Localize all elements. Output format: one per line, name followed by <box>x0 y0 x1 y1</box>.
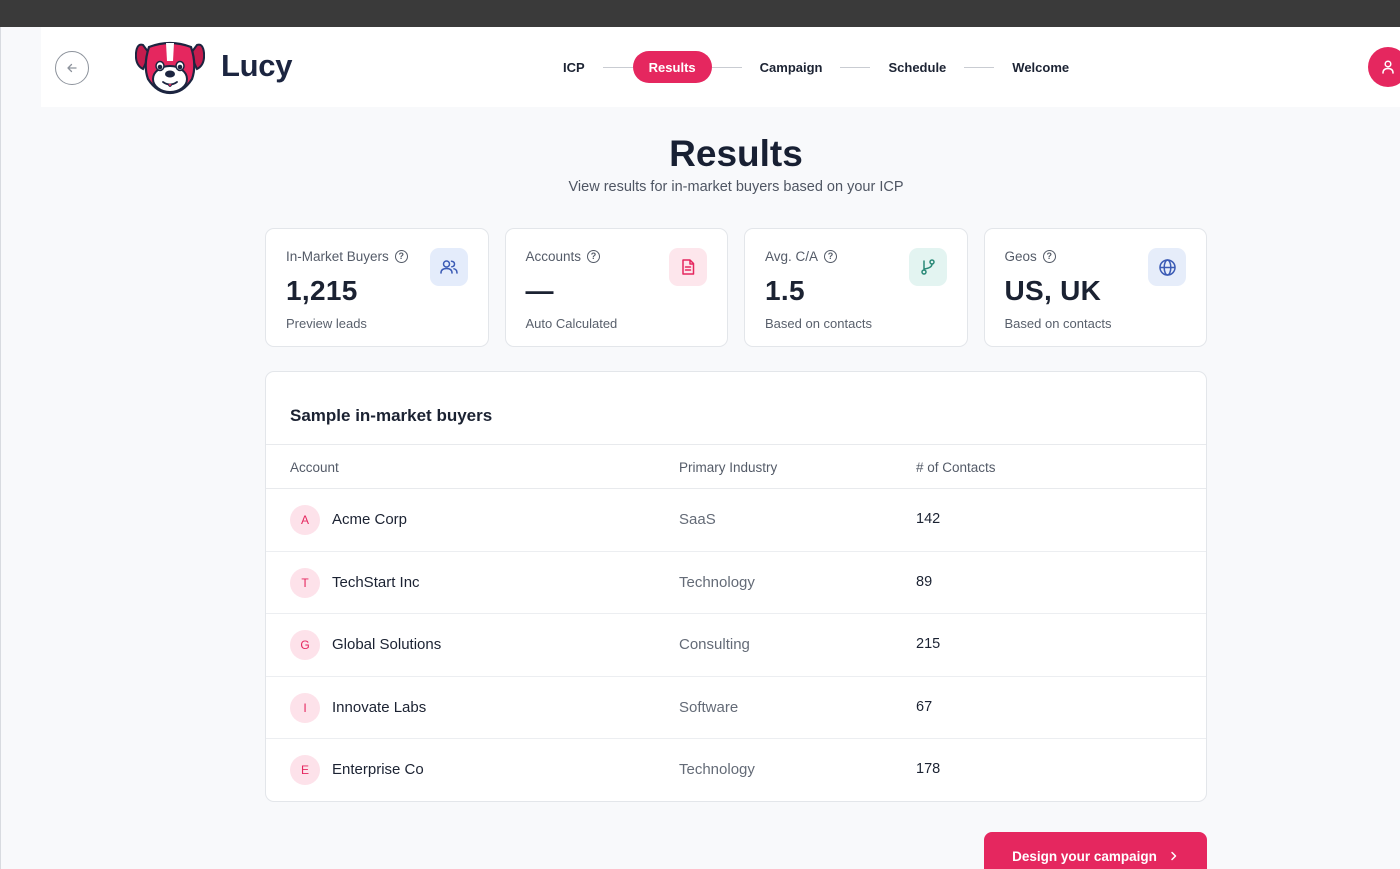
step-schedule[interactable]: Schedule <box>870 51 964 83</box>
arrow-left-icon <box>67 63 77 73</box>
column-header-industry[interactable]: Primary Industry <box>679 460 777 475</box>
account-name: Innovate Labs <box>332 698 427 716</box>
table-row[interactable]: T TechStart Inc Technology 89 <box>266 552 1206 615</box>
page-subtitle: View results for in-market buyers based … <box>568 179 904 195</box>
contacts-count: 178 <box>916 761 941 778</box>
table-row[interactable]: I Innovate Labs Software 67 <box>266 677 1206 740</box>
stat-card-geos: Geos ? US, UK Based on contacts <box>983 228 1207 347</box>
document-icon <box>669 248 707 286</box>
step-campaign[interactable]: Campaign <box>742 51 841 83</box>
page-title: Results <box>669 133 803 174</box>
primary-industry: Consulting <box>679 636 750 654</box>
user-profile-button[interactable] <box>1368 47 1400 87</box>
stat-note: Auto Calculated <box>525 316 618 331</box>
account-initial-avatar: A <box>290 505 320 535</box>
stat-note: Preview leads <box>286 316 367 331</box>
step-icp[interactable]: ICP <box>545 51 603 83</box>
help-icon[interactable]: ? <box>394 250 408 263</box>
stat-label: Avg. C/A <box>765 249 819 264</box>
users-icon <box>429 248 468 286</box>
help-icon[interactable]: ? <box>1042 250 1056 263</box>
stat-note: Based on contacts <box>765 316 872 331</box>
table-row[interactable]: A Acme Corp SaaS 142 <box>266 489 1206 552</box>
stat-label: In-Market Buyers <box>286 249 389 264</box>
step-connector <box>602 66 633 68</box>
stat-note: Based on contacts <box>1004 316 1112 331</box>
step-connector <box>711 66 742 68</box>
primary-industry: Technology <box>679 573 755 591</box>
primary-industry: SaaS <box>679 511 716 528</box>
account-name: TechStart Inc <box>332 573 420 591</box>
brand-name: Lucy <box>221 48 293 83</box>
column-header-contacts[interactable]: # of Contacts <box>916 460 996 475</box>
step-welcome[interactable]: Welcome <box>994 51 1087 83</box>
account-name: Global Solutions <box>332 636 442 654</box>
branch-icon <box>908 248 947 286</box>
sample-buyers-table: Sample in-market buyers Account Primary … <box>265 371 1207 802</box>
column-header-account[interactable]: Account <box>290 460 339 475</box>
account-initial-avatar: T <box>290 567 320 598</box>
account-name: Enterprise Co <box>332 761 424 779</box>
primary-industry: Technology <box>679 761 755 779</box>
chevron-right-icon <box>1171 851 1177 861</box>
design-campaign-button[interactable]: Design your campaign <box>984 832 1207 869</box>
stat-card-accounts: Accounts ? — Auto Calculated <box>504 228 728 347</box>
step-connector <box>840 66 871 68</box>
stat-card-avg-ca: Avg. C/A ? 1.5 Based on contacts <box>744 228 968 347</box>
stat-label: Accounts <box>525 249 582 264</box>
back-button[interactable] <box>55 51 89 85</box>
top-navigation-bar: Lucy ICP Results Campaign Schedule Welco… <box>41 27 1400 107</box>
table-header: Account Primary Industry # of Contacts <box>266 444 1206 489</box>
stats-row: In-Market Buyers ? 1,215 Preview leads A… <box>265 228 1207 347</box>
table-title: Sample in-market buyers <box>290 406 493 425</box>
account-initial-avatar: I <box>290 692 320 723</box>
step-connector <box>964 66 995 68</box>
dog-logo-icon <box>135 41 205 95</box>
account-name: Acme Corp <box>332 511 408 528</box>
table-row[interactable]: G Global Solutions Consulting 215 <box>266 614 1206 677</box>
step-results[interactable]: Results <box>632 51 712 83</box>
table-row[interactable]: E Enterprise Co Technology 178 <box>266 739 1206 801</box>
globe-icon <box>1148 248 1186 286</box>
primary-industry: Software <box>679 698 739 716</box>
help-icon[interactable]: ? <box>824 250 838 263</box>
stat-card-in-market-buyers: In-Market Buyers ? 1,215 Preview leads <box>265 228 489 347</box>
contacts-count: 89 <box>916 573 933 590</box>
user-icon <box>1382 60 1394 74</box>
contacts-count: 142 <box>916 511 941 527</box>
stat-label: Geos <box>1004 249 1037 264</box>
app-window: Lucy ICP Results Campaign Schedule Welco… <box>0 27 1400 869</box>
help-icon[interactable]: ? <box>587 250 601 263</box>
contacts-count: 215 <box>916 636 941 653</box>
account-initial-avatar: E <box>290 755 320 786</box>
account-initial-avatar: G <box>290 630 320 661</box>
design-campaign-label: Design your campaign <box>1012 848 1157 864</box>
progress-stepper: ICP Results Campaign Schedule Welcome <box>545 51 1087 83</box>
contacts-count: 67 <box>916 698 933 715</box>
